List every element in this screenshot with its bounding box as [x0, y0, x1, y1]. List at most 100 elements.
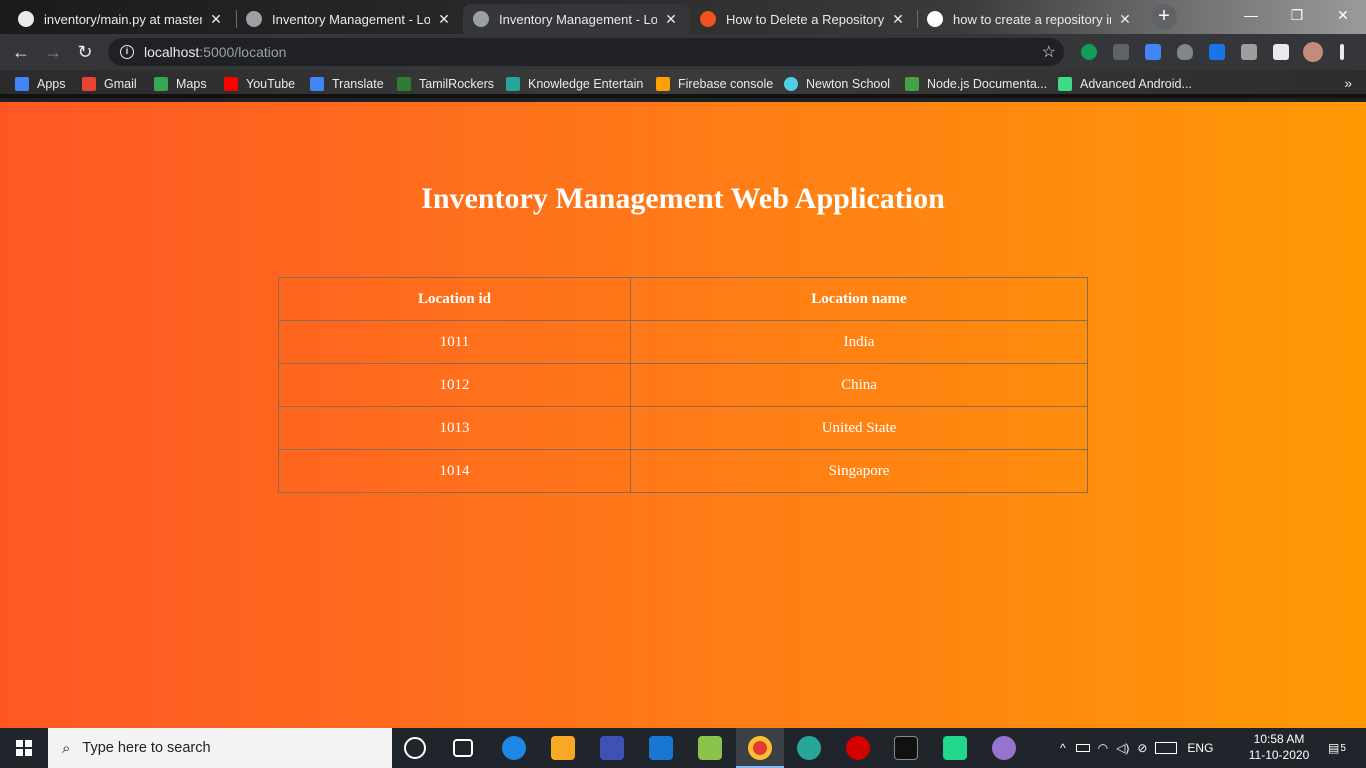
- volume-icon[interactable]: ◁): [1116, 741, 1129, 755]
- close-icon[interactable]: ✕: [436, 11, 452, 28]
- notification-center-button[interactable]: ▤ 5: [1322, 728, 1352, 768]
- star-icon[interactable]: ☆: [1042, 42, 1056, 62]
- back-button[interactable]: ←: [8, 39, 34, 65]
- close-icon[interactable]: ✕: [1117, 11, 1133, 28]
- bookmark-label: Node.js Documenta...: [927, 77, 1048, 91]
- keyboard-icon[interactable]: [1155, 742, 1178, 754]
- cortana-icon[interactable]: [404, 737, 426, 759]
- firebase-icon: [656, 77, 670, 91]
- menu-icon[interactable]: [1340, 44, 1344, 60]
- bookmark-knowledge-entertain[interactable]: Knowledge Entertain: [506, 76, 643, 92]
- pycharm-icon[interactable]: [943, 736, 967, 760]
- bookmark-tamilrockers[interactable]: TamilRockers: [397, 76, 494, 92]
- bookmark-nodejs[interactable]: Node.js Documenta...: [905, 76, 1047, 92]
- restore-button[interactable]: ❐: [1274, 0, 1320, 30]
- translate-extension-icon[interactable]: [1145, 44, 1161, 60]
- github-icon: [18, 11, 34, 27]
- chevron-up-icon[interactable]: ^: [1060, 741, 1066, 755]
- table-row: 1014 Singapore: [278, 449, 1088, 493]
- taskbar-search-box[interactable]: ⌕ Type here to search: [48, 728, 392, 768]
- tamilrockers-icon: [397, 77, 411, 91]
- minimize-button[interactable]: —: [1228, 0, 1274, 30]
- tab-inventory-login-2[interactable]: Inventory Management - Login ✕: [463, 4, 689, 34]
- new-tab-button[interactable]: +: [1151, 4, 1177, 30]
- table-row: 1011 India: [278, 320, 1088, 364]
- terminal-icon[interactable]: [894, 736, 918, 760]
- tab-label: inventory/main.py at master · N: [44, 11, 202, 27]
- network-icon[interactable]: ⊘: [1137, 741, 1147, 755]
- opera-icon[interactable]: [846, 736, 870, 760]
- system-tray: ^ ◠ ◁) ⊘ ENG: [1060, 728, 1213, 768]
- location-name-cell: India: [630, 320, 1088, 364]
- nodejs-icon: [905, 77, 919, 91]
- chrome-taskbar-button[interactable]: [736, 728, 784, 768]
- windows-icon: [16, 740, 32, 756]
- info-icon[interactable]: i: [120, 45, 134, 59]
- bookmark-label: Apps: [37, 77, 66, 91]
- battery-icon[interactable]: [1075, 744, 1090, 752]
- wifi-icon[interactable]: ◠: [1098, 741, 1108, 755]
- tab-inventory-login-1[interactable]: Inventory Management - Login ✕: [236, 4, 462, 34]
- bookmark-advanced-android[interactable]: Advanced Android...: [1058, 76, 1192, 92]
- bookmark-firebase[interactable]: Firebase console: [656, 76, 773, 92]
- task-view-icon[interactable]: [453, 739, 473, 757]
- close-icon[interactable]: ✕: [663, 11, 679, 28]
- table-row: 1013 United State: [278, 406, 1088, 450]
- github-desktop-icon[interactable]: [992, 736, 1016, 760]
- taskbar-clock[interactable]: 10:58 AM 11-10-2020: [1243, 731, 1315, 763]
- file-explorer-icon[interactable]: [551, 736, 575, 760]
- tab-create-repository[interactable]: how to create a repository in g ✕: [917, 4, 1143, 34]
- page-content: Inventory Management Web Application Loc…: [0, 102, 1366, 728]
- bookmark-apps[interactable]: Apps: [15, 76, 66, 92]
- clock-time: 10:58 AM: [1253, 732, 1305, 746]
- bookmarks-overflow-button[interactable]: »: [1344, 75, 1352, 91]
- mail-icon[interactable]: [649, 736, 673, 760]
- bookmark-gmail[interactable]: Gmail: [82, 76, 137, 92]
- gitkraken-icon[interactable]: [797, 736, 821, 760]
- globe-icon: [473, 11, 489, 27]
- extension-icon[interactable]: [1209, 44, 1225, 60]
- address-bar[interactable]: i localhost:5000/location ☆: [108, 38, 1064, 66]
- bookmark-label: Gmail: [104, 77, 137, 91]
- shield-icon[interactable]: [1177, 44, 1193, 60]
- close-window-button[interactable]: ✕: [1320, 0, 1366, 30]
- location-id-cell: 1013: [278, 406, 631, 450]
- tab-delete-repository[interactable]: How to Delete a Repository in ✕: [690, 4, 916, 34]
- extension-icon[interactable]: [1081, 44, 1097, 60]
- forward-button[interactable]: →: [40, 39, 66, 65]
- edge-icon[interactable]: [502, 736, 526, 760]
- close-icon[interactable]: ✕: [890, 11, 906, 28]
- bookmark-translate[interactable]: Translate: [310, 76, 384, 92]
- tab-label: How to Delete a Repository in: [726, 11, 884, 27]
- start-button[interactable]: [0, 728, 48, 768]
- bookmark-maps[interactable]: Maps: [154, 76, 207, 92]
- bookmark-newton-school[interactable]: Newton School: [784, 76, 890, 92]
- download-icon[interactable]: [1113, 44, 1129, 60]
- tab-github[interactable]: inventory/main.py at master · N ✕: [8, 4, 234, 34]
- table-row: 1012 China: [278, 363, 1088, 407]
- search-placeholder: Type here to search: [82, 740, 211, 756]
- store-icon[interactable]: [600, 736, 624, 760]
- avatar[interactable]: [1303, 42, 1323, 62]
- puzzle-icon[interactable]: [1273, 44, 1289, 60]
- tab-label: Inventory Management - Login: [499, 11, 657, 27]
- close-icon[interactable]: ✕: [208, 11, 224, 28]
- knowledge-icon: [506, 77, 520, 91]
- notification-count: 5: [1340, 742, 1346, 754]
- globe-icon: [246, 11, 262, 27]
- bookmark-label: Maps: [176, 77, 207, 91]
- location-name-cell: United State: [630, 406, 1088, 450]
- notepad-icon[interactable]: [698, 736, 722, 760]
- location-id-cell: 1011: [278, 320, 631, 364]
- tab-strip: inventory/main.py at master · N ✕ Invent…: [0, 0, 1366, 34]
- google-icon: [927, 11, 943, 27]
- bookmark-youtube[interactable]: YouTube: [224, 76, 295, 92]
- extension-icon[interactable]: [1241, 44, 1257, 60]
- reload-button[interactable]: ↻: [72, 39, 98, 65]
- language-indicator[interactable]: ENG: [1187, 741, 1213, 755]
- maps-icon: [154, 77, 168, 91]
- clock-date: 11-10-2020: [1248, 748, 1310, 762]
- column-header-location-id: Location id: [278, 277, 631, 321]
- tab-label: how to create a repository in g: [953, 11, 1111, 27]
- gmail-icon: [82, 77, 96, 91]
